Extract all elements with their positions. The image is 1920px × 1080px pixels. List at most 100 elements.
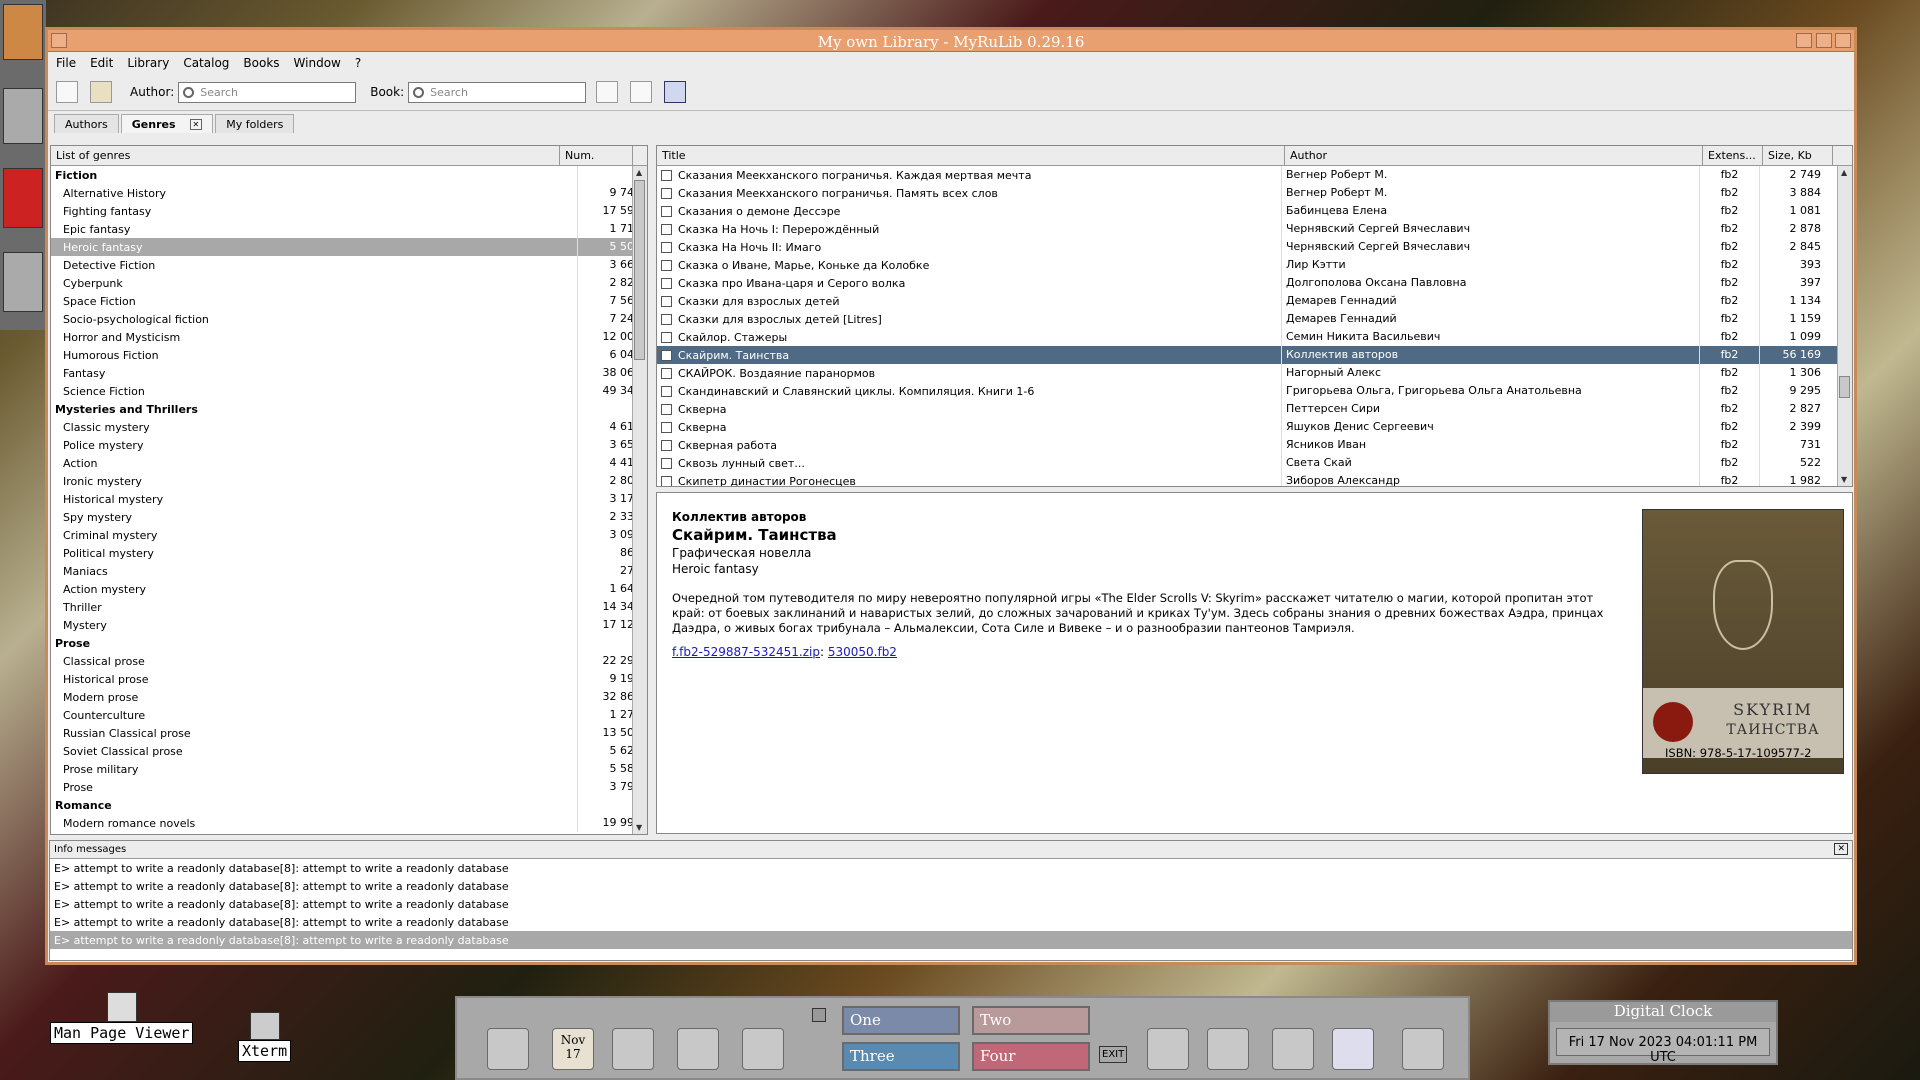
info-message[interactable]: E> attempt to write a readonly database[… <box>50 877 1852 895</box>
genre-row[interactable]: Criminal mystery 3 097 <box>51 526 647 544</box>
genre-row[interactable]: Science Fiction 49 342 <box>51 382 647 400</box>
genre-row[interactable]: Humorous Fiction 6 049 <box>51 346 647 364</box>
book-row[interactable]: Сказания Меекханского пограничья. Каждая… <box>657 166 1852 184</box>
minimize-button[interactable] <box>1796 33 1812 48</box>
book-checkbox[interactable] <box>661 277 672 289</box>
fb2-file-link[interactable]: 530050.fb2 <box>828 645 897 659</box>
menu-help[interactable]: ? <box>355 56 361 70</box>
workspace-four[interactable]: Four <box>972 1042 1090 1071</box>
style-manager-icon[interactable] <box>1207 1028 1249 1070</box>
book-row[interactable]: Скверная работа Ясников Иван fb2 731 <box>657 436 1852 454</box>
genre-row[interactable]: Historical mystery 3 172 <box>51 490 647 508</box>
book-checkbox[interactable] <box>661 349 672 361</box>
genre-row[interactable]: Political mystery 869 <box>51 544 647 562</box>
books-header-author[interactable]: Author <box>1285 146 1703 165</box>
clock-icon[interactable] <box>487 1028 529 1070</box>
dock-icon[interactable] <box>3 4 43 60</box>
genre-category[interactable]: Fiction <box>51 166 647 184</box>
book-checkbox[interactable] <box>661 295 672 307</box>
menu-window[interactable]: Window <box>294 56 341 70</box>
genre-row[interactable]: Police mystery 3 654 <box>51 436 647 454</box>
file-manager-icon[interactable] <box>612 1028 654 1070</box>
genre-row[interactable]: Alternative History 9 744 <box>51 184 647 202</box>
trash-icon[interactable] <box>1402 1028 1444 1070</box>
book-row[interactable]: Скандинавский и Славянский циклы. Компил… <box>657 382 1852 400</box>
genre-row[interactable]: Heroic fantasy 5 503 <box>51 238 647 256</box>
printer-icon[interactable] <box>1147 1028 1189 1070</box>
book-row[interactable]: Сказка На Ночь II: Имаго Чернявский Серге… <box>657 238 1852 256</box>
book-checkbox[interactable] <box>661 367 672 379</box>
mail-icon[interactable] <box>742 1028 784 1070</box>
genre-row[interactable]: Space Fiction 7 569 <box>51 292 647 310</box>
open-folder-icon[interactable] <box>90 81 112 103</box>
genre-row[interactable]: Socio-psychological fiction 7 247 <box>51 310 647 328</box>
close-button[interactable] <box>1835 33 1851 48</box>
genre-category[interactable]: Prose <box>51 634 647 652</box>
scroll-thumb[interactable] <box>1839 376 1850 398</box>
menu-catalog[interactable]: Catalog <box>183 56 229 70</box>
maximize-button[interactable] <box>1816 33 1832 48</box>
author-search-input[interactable]: Search <box>178 81 357 103</box>
xterm-shortcut[interactable]: Xterm <box>238 1012 292 1062</box>
book-checkbox[interactable] <box>661 421 672 433</box>
book-checkbox[interactable] <box>661 241 672 253</box>
menu-edit[interactable]: Edit <box>90 56 113 70</box>
book-row[interactable]: Сказка На Ночь I: Перерождённый Чернявски… <box>657 220 1852 238</box>
save-icon[interactable] <box>664 81 687 103</box>
dock-icon[interactable] <box>3 88 43 144</box>
genre-row[interactable]: Thriller 14 344 <box>51 598 647 616</box>
workspace-two[interactable]: Two <box>972 1006 1090 1035</box>
book-row[interactable]: Сказки для взрослых детей Демарев Геннади… <box>657 292 1852 310</box>
info-message[interactable]: E> attempt to write a readonly database[… <box>50 859 1852 877</box>
book-row[interactable]: Скайрим. Таинства Коллектив авторов fb2 56 … <box>657 346 1852 364</box>
tab-authors[interactable]: Authors <box>54 114 119 133</box>
document-details-icon[interactable] <box>630 81 653 103</box>
genre-row[interactable]: Prose 3 798 <box>51 778 647 796</box>
genre-category[interactable]: Romance <box>51 796 647 814</box>
book-row[interactable]: СКАЙРОК. Воздаяние паранормов Нагорный Ал… <box>657 364 1852 382</box>
book-row[interactable]: Сквозь лунный свет... Света Скай fb2 522 <box>657 454 1852 472</box>
book-row[interactable]: Сказки для взрослых детей [Litres] Демаре… <box>657 310 1852 328</box>
genre-row[interactable]: Mystery 17 120 <box>51 616 647 634</box>
document-list-icon[interactable] <box>596 81 619 103</box>
menu-file[interactable]: File <box>56 56 76 70</box>
help-info-icon[interactable] <box>1332 1028 1374 1070</box>
genre-row[interactable]: Action 4 414 <box>51 454 647 472</box>
dock-icon[interactable] <box>3 168 43 228</box>
book-checkbox[interactable] <box>661 205 672 217</box>
genre-row[interactable]: Fantasy 38 069 <box>51 364 647 382</box>
book-checkbox[interactable] <box>661 457 672 469</box>
book-checkbox[interactable] <box>661 169 672 181</box>
calendar-icon[interactable]: Nov 17 <box>552 1028 594 1070</box>
book-checkbox[interactable] <box>661 313 672 325</box>
book-checkbox[interactable] <box>661 403 672 415</box>
genres-header-num[interactable]: Num. <box>560 146 633 165</box>
books-scrollbar[interactable]: ▲ ▼ <box>1837 166 1852 486</box>
book-checkbox[interactable] <box>661 187 672 199</box>
book-checkbox[interactable] <box>661 439 672 451</box>
genre-category[interactable]: Mysteries and Thrillers <box>51 400 647 418</box>
book-row[interactable]: Сказания о демоне Дессэре Бабинцева Елена… <box>657 202 1852 220</box>
lock-icon[interactable] <box>812 1008 826 1022</box>
close-tab-icon[interactable]: ✕ <box>189 118 203 130</box>
book-row[interactable]: Сказания Меекханского пограничья. Память… <box>657 184 1852 202</box>
book-checkbox[interactable] <box>661 223 672 235</box>
scroll-thumb[interactable] <box>634 180 645 360</box>
menu-books[interactable]: Books <box>243 56 279 70</box>
title-bar[interactable]: My own Library - MyRuLib 0.29.16 <box>48 30 1854 52</box>
book-row[interactable]: Скипетр династии Рогонесцев Зиборов Алекс… <box>657 472 1852 486</box>
book-checkbox[interactable] <box>661 259 672 271</box>
genre-row[interactable]: Action mystery 1 649 <box>51 580 647 598</box>
books-header-ext[interactable]: Extens... <box>1703 146 1763 165</box>
genre-row[interactable]: Cyberpunk 2 820 <box>51 274 647 292</box>
book-row[interactable]: Скверна Яшуков Денис Сергеевич fb2 2 399 <box>657 418 1852 436</box>
genre-row[interactable]: Spy mystery 2 339 <box>51 508 647 526</box>
genre-row[interactable]: Modern romance novels 19 990 <box>51 814 647 832</box>
new-file-icon[interactable] <box>56 81 78 103</box>
close-info-icon[interactable]: ✕ <box>1834 843 1848 855</box>
info-message[interactable]: E> attempt to write a readonly database[… <box>50 913 1852 931</box>
genre-row[interactable]: Fighting fantasy 17 598 <box>51 202 647 220</box>
scroll-down-icon[interactable]: ▼ <box>636 823 642 832</box>
info-message[interactable]: E> attempt to write a readonly database[… <box>50 931 1852 949</box>
app-manager-icon[interactable] <box>1272 1028 1314 1070</box>
